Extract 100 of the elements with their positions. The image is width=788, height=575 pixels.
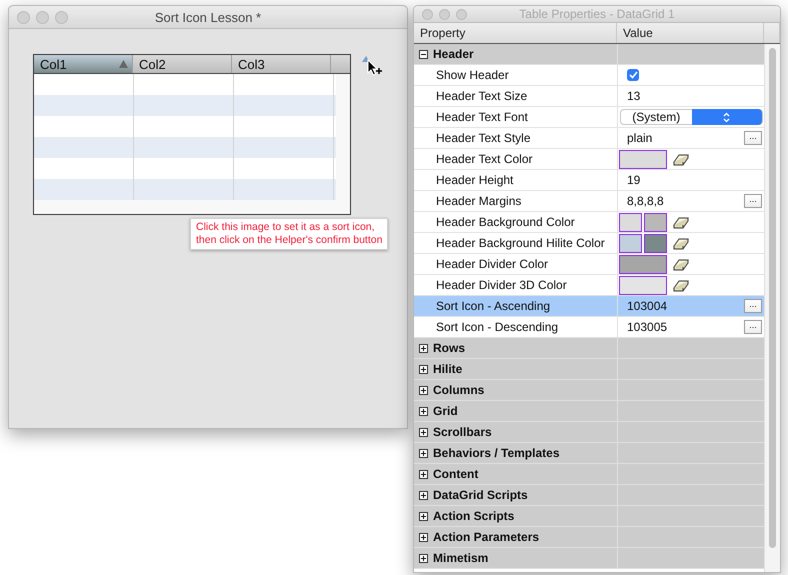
section-label: DataGrid Scripts [433, 488, 528, 502]
value-text: 103004 [627, 299, 668, 313]
ellipsis-button[interactable]: ... [744, 194, 762, 208]
column-header[interactable]: Value [617, 23, 764, 43]
property-label: Header Divider Color [435, 257, 548, 271]
value-text: 19 [627, 173, 642, 187]
plus-box-icon[interactable] [419, 470, 428, 478]
plus-box-icon[interactable] [419, 428, 428, 436]
property-label: Header Background Color [435, 215, 575, 229]
tooltip-text: Click this image to set it as a sort icon, [196, 221, 376, 234]
property-row[interactable]: Header Height 19 [414, 170, 764, 191]
plus-box-icon[interactable] [419, 490, 428, 500]
property-label: Sort Icon - Ascending [435, 299, 550, 313]
section-label: Header [433, 47, 474, 61]
value-text: 103005 [627, 320, 668, 334]
scrollbar[interactable] [764, 44, 780, 572]
plus-box-icon[interactable] [419, 344, 428, 352]
property-row[interactable]: Header Background Color [414, 212, 764, 233]
minus-box-icon[interactable] [419, 50, 428, 58]
plus-box-icon[interactable] [419, 554, 428, 562]
section-label: Hilite [433, 362, 462, 376]
property-label: Header Text Size [435, 89, 528, 103]
property-label: Header Margins [435, 194, 522, 208]
property-row[interactable]: Header Text Size 13 [414, 86, 764, 107]
color-swatch[interactable] [619, 254, 667, 274]
property-label: Header Text Color [435, 152, 532, 166]
section-row[interactable]: Mimetism [414, 548, 764, 569]
plus-box-icon[interactable] [419, 406, 428, 416]
section-label: Scrollbars [433, 425, 492, 439]
color-swatch[interactable] [644, 212, 667, 232]
eraser-icon[interactable] [673, 216, 689, 228]
section-label: Action Scripts [433, 509, 514, 523]
property-row[interactable]: Header Divider 3D Color [414, 275, 764, 296]
scroll-thumb[interactable] [769, 48, 776, 548]
section-row[interactable]: Header [414, 44, 764, 65]
color-swatch[interactable] [619, 212, 642, 232]
property-row[interactable]: Header Divider Color [414, 254, 764, 275]
property-label: Show Header [435, 68, 509, 82]
color-swatch[interactable] [619, 234, 642, 252]
eraser-icon[interactable] [673, 152, 689, 166]
plus-box-icon[interactable] [419, 532, 428, 542]
property-label: Header Height [435, 173, 514, 187]
color-swatch[interactable] [619, 150, 667, 168]
section-label: Columns [433, 383, 484, 397]
property-label: Sort Icon - Descending [435, 320, 558, 334]
window-title: Table Properties - DataGrid 1 [519, 7, 675, 21]
section-row[interactable]: Scrollbars [414, 422, 764, 443]
checkbox[interactable] [627, 69, 639, 81]
plus-box-icon[interactable] [419, 364, 428, 374]
section-row[interactable]: Behaviors / Templates [414, 443, 764, 464]
property-row[interactable]: Header Background Hilite Color [414, 233, 764, 254]
ellipsis-button[interactable]: ... [744, 320, 762, 334]
ellipsis-button[interactable]: ... [744, 131, 762, 145]
column-header[interactable]: Col2 [133, 55, 232, 73]
section-row[interactable]: DataGrid Scripts [414, 485, 764, 506]
section-label: Rows [433, 341, 466, 355]
section-row[interactable]: Rows [414, 338, 764, 359]
value-text: plain [627, 131, 654, 145]
property-row[interactable]: Header Text Color [414, 149, 764, 170]
value-text: 8,8,8,8 [627, 194, 665, 208]
value-text: 13 [627, 89, 642, 103]
section-label: Content [433, 467, 478, 481]
property-row[interactable]: Sort Icon - Ascending 103004 ... [414, 296, 764, 317]
plus-box-icon[interactable] [419, 386, 428, 394]
plus-box-icon[interactable] [419, 512, 428, 520]
property-row[interactable]: Header Text Style plain ... [414, 128, 764, 149]
plus-box-icon[interactable] [419, 448, 428, 458]
section-row[interactable]: Content [414, 464, 764, 485]
eraser-icon[interactable] [673, 278, 689, 292]
column-header[interactable]: Col3 [232, 55, 331, 73]
sort-ascending-icon [119, 60, 128, 68]
section-label: Mimetism [433, 551, 488, 565]
tooltip-text: then click on the Helper's confirm button [196, 234, 382, 247]
property-row[interactable]: Show Header [414, 65, 764, 86]
property-row[interactable]: Sort Icon - Descending 103005 ... [414, 317, 764, 338]
column-header[interactable]: Property [414, 23, 617, 43]
section-row[interactable]: Hilite [414, 359, 764, 380]
pointer-cursor-icon [367, 59, 383, 77]
eraser-icon[interactable] [673, 236, 689, 250]
section-row[interactable]: Action Scripts [414, 506, 764, 527]
section-row[interactable]: Action Parameters [414, 527, 764, 548]
section-row[interactable]: Grid [414, 401, 764, 422]
column-header[interactable]: Col1 [34, 55, 133, 73]
section-label: Grid [433, 404, 458, 418]
section-row[interactable]: Columns [414, 380, 764, 401]
font-dropdown[interactable]: (System) [620, 109, 763, 125]
ellipsis-button[interactable]: ... [744, 299, 762, 313]
property-label: Header Text Style [435, 131, 530, 145]
property-label: Header Text Font [435, 110, 528, 124]
window-title: Sort Icon Lesson * [154, 10, 262, 24]
stepper-arrows-icon [723, 112, 730, 122]
color-swatch[interactable] [619, 276, 667, 294]
property-row[interactable]: Header Margins 8,8,8,8 ... [414, 191, 764, 212]
property-label: Header Divider 3D Color [435, 278, 567, 292]
section-label: Action Parameters [433, 530, 540, 544]
eraser-icon[interactable] [673, 258, 689, 270]
section-label: Behaviors / Templates [433, 446, 560, 460]
property-label: Header Background Hilite Color [435, 236, 605, 250]
property-row[interactable]: Header Text Font (System) [414, 107, 764, 128]
color-swatch[interactable] [644, 234, 667, 252]
